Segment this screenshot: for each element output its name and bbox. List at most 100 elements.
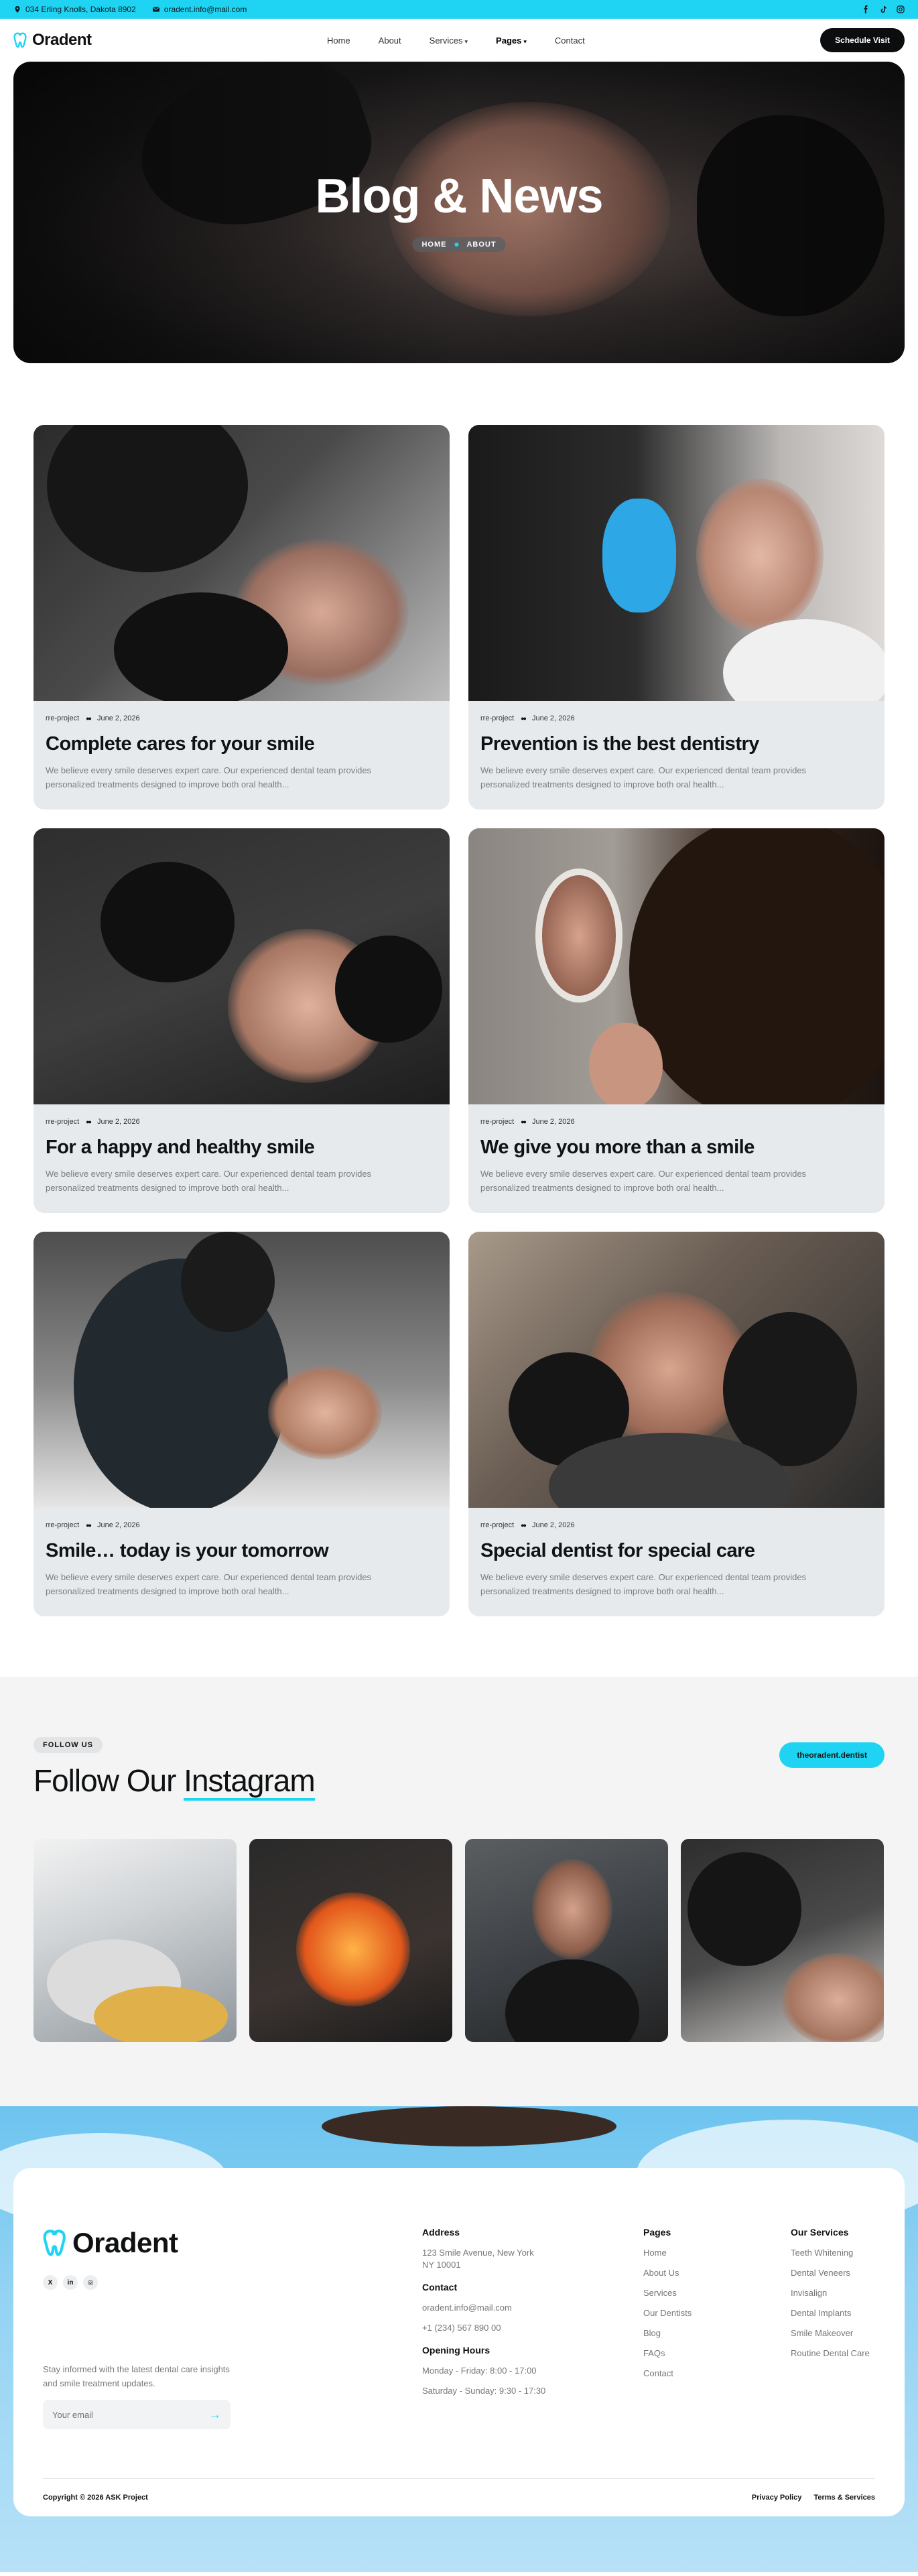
terms-link[interactable]: Terms & Services — [813, 2494, 875, 2502]
footer-link[interactable]: Routine Dental Care — [791, 2347, 870, 2360]
facebook-icon[interactable] — [862, 5, 870, 13]
blog-excerpt: We believe every smile deserves expert c… — [480, 1169, 807, 1193]
footer-address: 123 Smile Avenue, New York NY 10001 — [422, 2248, 534, 2270]
nav-pages[interactable]: Pages ▾ — [496, 36, 527, 46]
instagram-icon[interactable] — [897, 5, 905, 13]
nav-services[interactable]: Services ▾ — [430, 36, 468, 46]
footer-link[interactable]: Our Dentists — [643, 2307, 791, 2319]
breadcrumb-home[interactable]: HOME — [421, 241, 446, 249]
blog-card[interactable]: rre-project ●● June 2, 2026 We give you … — [468, 828, 884, 1213]
footer-link[interactable]: Teeth Whitening — [791, 2247, 870, 2259]
instagram-photo[interactable] — [34, 1839, 237, 2042]
blog-card[interactable]: rre-project ●● June 2, 2026 Prevention i… — [468, 425, 884, 810]
privacy-policy-link[interactable]: Privacy Policy — [752, 2494, 802, 2502]
blog-card-image[interactable] — [34, 828, 450, 1104]
nav-home[interactable]: Home — [327, 36, 350, 46]
meta-separator: ●● — [86, 1118, 92, 1125]
blog-card-image[interactable] — [34, 425, 450, 701]
topbar-email-text[interactable]: oradent.info@mail.com — [164, 5, 247, 14]
blog-title[interactable]: Complete cares for your smile — [46, 733, 438, 755]
blog-title[interactable]: Smile… today is your tomorrow — [46, 1540, 438, 1562]
footer-link[interactable]: Dental Veneers — [791, 2267, 870, 2279]
x-icon[interactable]: X — [43, 2275, 58, 2290]
blog-date: June 2, 2026 — [97, 1521, 140, 1529]
location-pin-icon — [15, 6, 20, 13]
linkedin-icon[interactable]: in — [63, 2275, 78, 2290]
instagram-section: FOLLOW US Follow Our Instagram theoraden… — [0, 1677, 918, 2106]
blog-category[interactable]: rre-project — [46, 1521, 79, 1529]
meta-separator: ●● — [521, 1118, 527, 1125]
footer-email[interactable]: oradent.info@mail.com — [422, 2302, 643, 2314]
blog-card-image[interactable] — [468, 1232, 884, 1508]
instagram-photo[interactable] — [681, 1839, 884, 2042]
blog-card[interactable]: rre-project ●● June 2, 2026 Smile… today… — [34, 1232, 450, 1616]
nav-label: Home — [326, 35, 350, 46]
blog-title[interactable]: Prevention is the best dentistry — [480, 733, 872, 755]
blog-card[interactable]: rre-project ●● June 2, 2026 Special dent… — [468, 1232, 884, 1616]
schedule-visit-button[interactable]: Schedule Visit — [820, 28, 905, 52]
nav-label: About — [378, 35, 401, 46]
newsletter-text: Stay informed with the latest dental car… — [43, 2364, 230, 2388]
footer-socials: X in ◎ — [43, 2275, 422, 2290]
footer-brand-name: Oradent — [72, 2227, 178, 2258]
footer-hours: Monday - Friday: 8:00 - 17:00 — [422, 2366, 537, 2376]
tooth-logo-icon — [13, 32, 27, 48]
footer-link[interactable]: Contact — [643, 2368, 791, 2380]
blog-excerpt: We believe every smile deserves expert c… — [480, 1572, 807, 1596]
blog-card-image[interactable] — [468, 425, 884, 701]
arrow-right-icon[interactable]: → — [209, 2408, 221, 2422]
footer-link[interactable]: Dental Implants — [791, 2307, 870, 2319]
footer-link[interactable]: About Us — [643, 2267, 791, 2279]
blog-card[interactable]: rre-project ●● June 2, 2026 For a happy … — [34, 828, 450, 1213]
meta-separator: ●● — [521, 715, 527, 722]
blog-category[interactable]: rre-project — [480, 1118, 514, 1126]
section-title-plain: Follow Our — [34, 1763, 184, 1798]
footer-link[interactable]: Invisalign — [791, 2287, 870, 2299]
footer-bottom-bar: Copyright © 2026 ASK Project Privacy Pol… — [43, 2478, 875, 2502]
email-field[interactable] — [52, 2409, 200, 2420]
chevron-down-icon: ▾ — [464, 38, 468, 45]
section-title: Follow Our Instagram — [34, 1762, 316, 1801]
blog-category[interactable]: rre-project — [480, 1521, 514, 1529]
blog-meta: rre-project ●● June 2, 2026 — [46, 1118, 438, 1126]
blog-card[interactable]: rre-project ●● June 2, 2026 Complete car… — [34, 425, 450, 810]
mail-icon — [152, 7, 159, 12]
blog-date: June 2, 2026 — [532, 714, 575, 722]
blog-card-image[interactable] — [468, 828, 884, 1104]
blog-meta: rre-project ●● June 2, 2026 — [46, 714, 438, 722]
meta-separator: ●● — [521, 1522, 527, 1529]
footer-link[interactable]: Home — [643, 2247, 791, 2259]
footer-logo[interactable]: Oradent — [43, 2227, 422, 2259]
section-title-underlined: Instagram — [184, 1763, 316, 1801]
blog-title[interactable]: We give you more than a smile — [480, 1137, 872, 1159]
footer-link[interactable]: Blog — [643, 2327, 791, 2339]
brand-logo[interactable]: Oradent — [13, 31, 92, 50]
instagram-handle-button[interactable]: theoradent.dentist — [779, 1742, 884, 1768]
blog-date: June 2, 2026 — [532, 1118, 575, 1126]
footer-heading: Pages — [643, 2227, 671, 2238]
instagram-photo[interactable] — [249, 1839, 452, 2042]
footer-link[interactable]: FAQs — [643, 2347, 791, 2360]
blog-excerpt: We believe every smile deserves expert c… — [46, 1169, 372, 1193]
page-title: Blog & News — [315, 170, 603, 223]
tooth-logo-icon — [43, 2230, 66, 2256]
blog-category[interactable]: rre-project — [480, 714, 514, 722]
nav-about[interactable]: About — [379, 36, 401, 46]
topbar-email[interactable]: oradent.info@mail.com — [152, 5, 247, 14]
meta-separator: ●● — [86, 715, 92, 722]
blog-title[interactable]: For a happy and healthy smile — [46, 1137, 438, 1159]
blog-title[interactable]: Special dentist for special care — [480, 1540, 872, 1562]
footer-background: Oradent X in ◎ Stay informed with the la… — [0, 2106, 918, 2572]
blog-category[interactable]: rre-project — [46, 714, 79, 722]
footer-link[interactable]: Smile Makeover — [791, 2327, 870, 2339]
blog-card-image[interactable] — [34, 1232, 450, 1508]
instagram-icon[interactable]: ◎ — [83, 2275, 98, 2290]
footer-link[interactable]: Services — [643, 2287, 791, 2299]
blog-excerpt: We believe every smile deserves expert c… — [480, 765, 807, 789]
nav-contact[interactable]: Contact — [555, 36, 585, 46]
nav-label: Pages — [496, 35, 522, 46]
instagram-photo[interactable] — [465, 1839, 668, 2042]
footer-phone[interactable]: +1 (234) 567 890 00 — [422, 2322, 643, 2334]
blog-category[interactable]: rre-project — [46, 1118, 79, 1126]
tiktok-icon[interactable] — [879, 5, 887, 13]
